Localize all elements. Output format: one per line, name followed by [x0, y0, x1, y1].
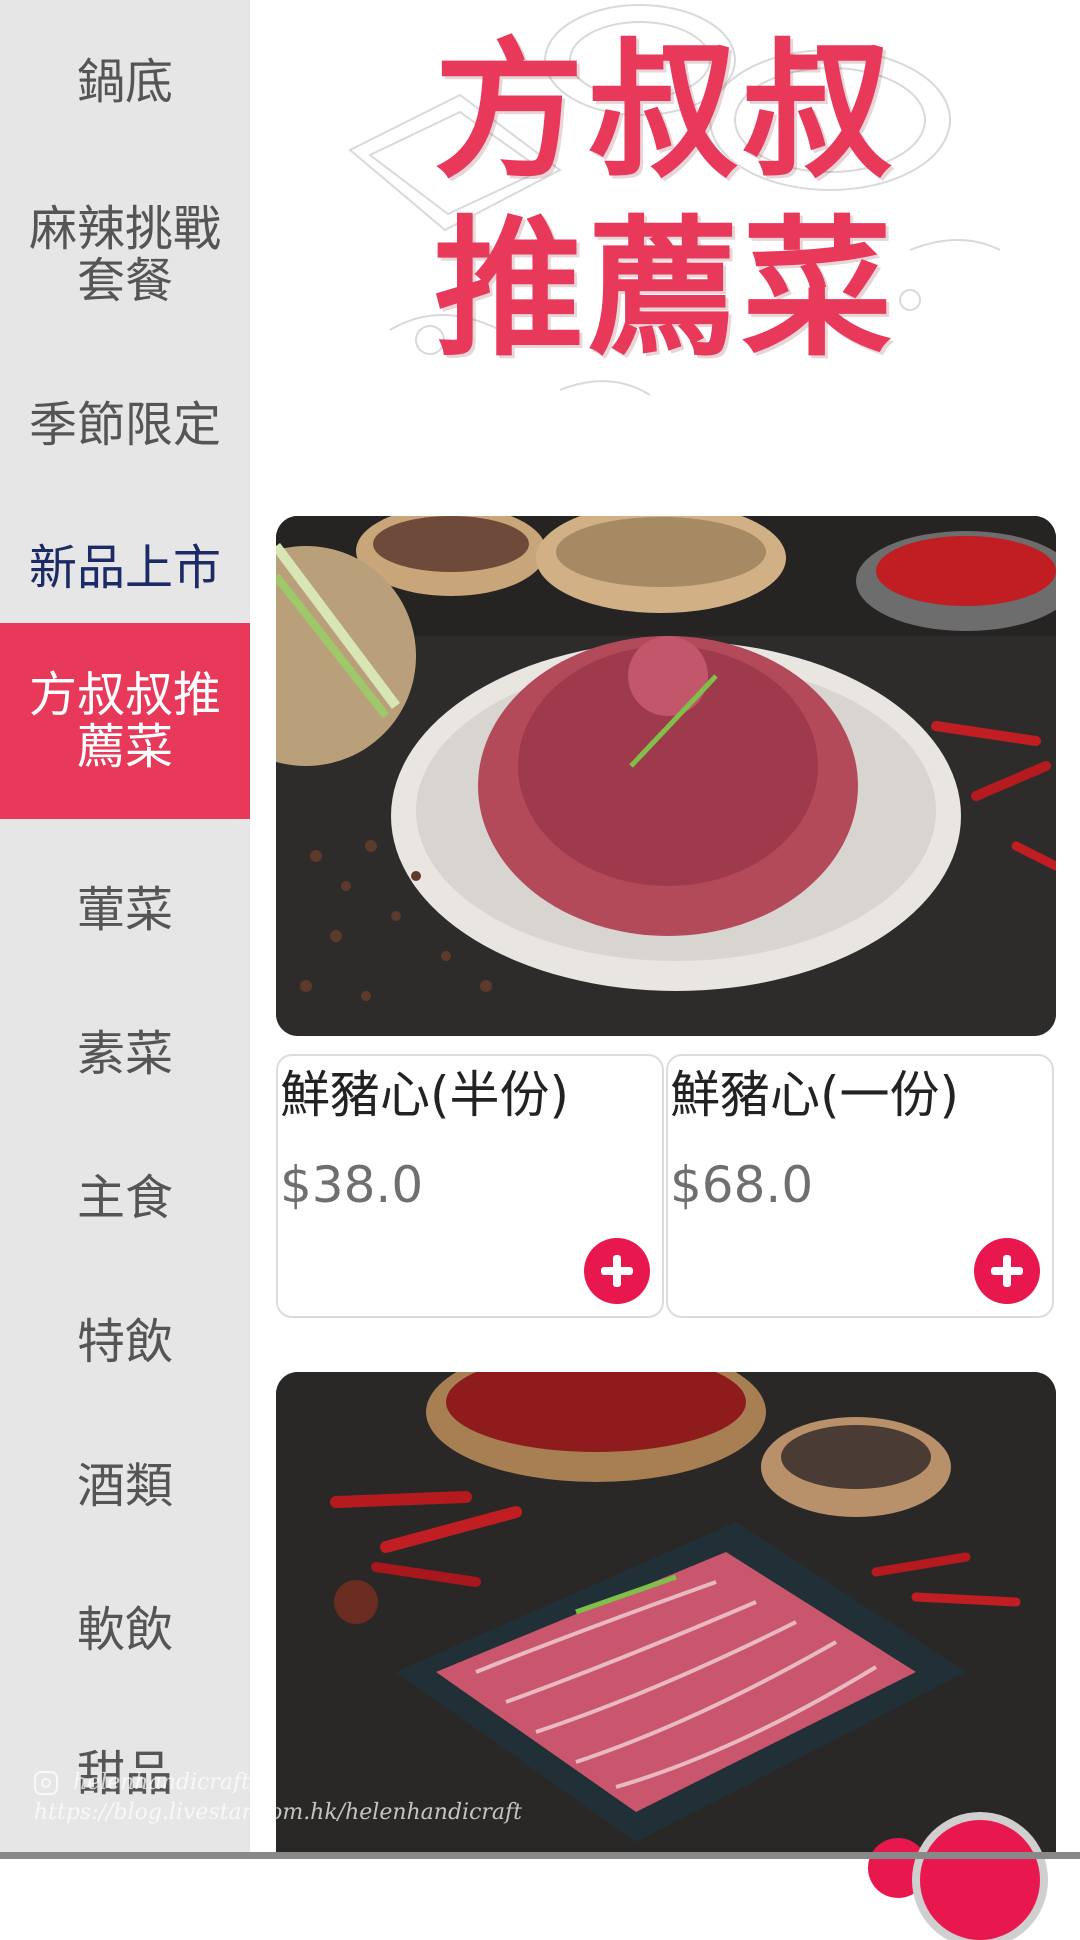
sidebar-item-label: 葷菜: [76, 882, 173, 938]
sliced-beef-plate-image: [276, 1372, 1056, 1859]
sidebar-item-special-drinks[interactable]: 特飲: [0, 1282, 250, 1402]
sidebar-item-label: 酒類: [76, 1458, 173, 1514]
product-name: 鮮豬心(半份): [280, 1066, 570, 1124]
sidebar-item-seasonal-limited[interactable]: 季節限定: [0, 365, 250, 485]
floating-button-partial[interactable]: [868, 1838, 928, 1898]
plus-circle-icon[interactable]: [584, 1238, 650, 1304]
cart-button-partial[interactable]: [920, 1820, 1040, 1940]
sidebar-item-soup-base[interactable]: 鍋底: [0, 22, 250, 142]
product-photo-pork-heart[interactable]: [276, 516, 1056, 1036]
sidebar-item-vegetable-dishes[interactable]: 素菜: [0, 994, 250, 1114]
sidebar-item-alcohol[interactable]: 酒類: [0, 1426, 250, 1546]
sidebar-item-label: 甜品: [76, 1746, 173, 1802]
menu-content: 方叔叔 推薦菜 鮮豬心(半份) $38.0 鮮豬心(一份) $68.0: [250, 0, 1080, 1859]
category-sidebar: 鍋底 麻辣挑戰套餐 季節限定 新品上市 方叔叔推薦菜 葷菜 素菜 主食 特飲 酒…: [0, 0, 250, 1859]
product-price: $68.0: [670, 1156, 814, 1214]
product-price: $38.0: [280, 1156, 424, 1214]
sidebar-item-recommended[interactable]: 方叔叔推薦菜: [0, 623, 250, 819]
sidebar-item-label: 新品上市: [28, 540, 221, 596]
product-photo-beef[interactable]: [276, 1372, 1056, 1859]
sidebar-item-desserts[interactable]: 甜品: [0, 1714, 250, 1834]
bottom-bar: [0, 1852, 1080, 1859]
sidebar-item-label: 軟飲: [76, 1602, 173, 1658]
sidebar-item-label: 季節限定: [28, 397, 221, 453]
sidebar-item-label: 麻辣挑戰套餐: [28, 201, 221, 309]
sidebar-item-label: 主食: [76, 1170, 173, 1226]
sidebar-item-soft-drinks[interactable]: 軟飲: [0, 1570, 250, 1690]
banner-title: 方叔叔 推薦菜: [250, 22, 1080, 378]
sidebar-item-label: 素菜: [76, 1026, 173, 1082]
product-name: 鮮豬心(一份): [670, 1066, 960, 1124]
sidebar-item-meat-dishes[interactable]: 葷菜: [0, 850, 250, 970]
sidebar-item-label: 特飲: [76, 1314, 173, 1370]
sidebar-item-label: 方叔叔推薦菜: [28, 667, 221, 775]
banner-title-line-1: 方叔叔: [433, 23, 896, 199]
banner-title-line-2: 推薦菜: [433, 201, 896, 377]
sidebar-item-label: 鍋底: [76, 54, 173, 110]
pork-heart-plate-image: [276, 516, 1056, 1036]
category-banner: 方叔叔 推薦菜: [250, 0, 1080, 470]
product-card[interactable]: 鮮豬心(半份) $38.0: [276, 1054, 664, 1318]
sidebar-item-spicy-challenge-set[interactable]: 麻辣挑戰套餐: [0, 190, 250, 320]
sidebar-item-staple-food[interactable]: 主食: [0, 1138, 250, 1258]
product-card[interactable]: 鮮豬心(一份) $68.0: [666, 1054, 1054, 1318]
sidebar-item-new-arrivals[interactable]: 新品上市: [0, 508, 250, 628]
plus-circle-icon[interactable]: [974, 1238, 1040, 1304]
